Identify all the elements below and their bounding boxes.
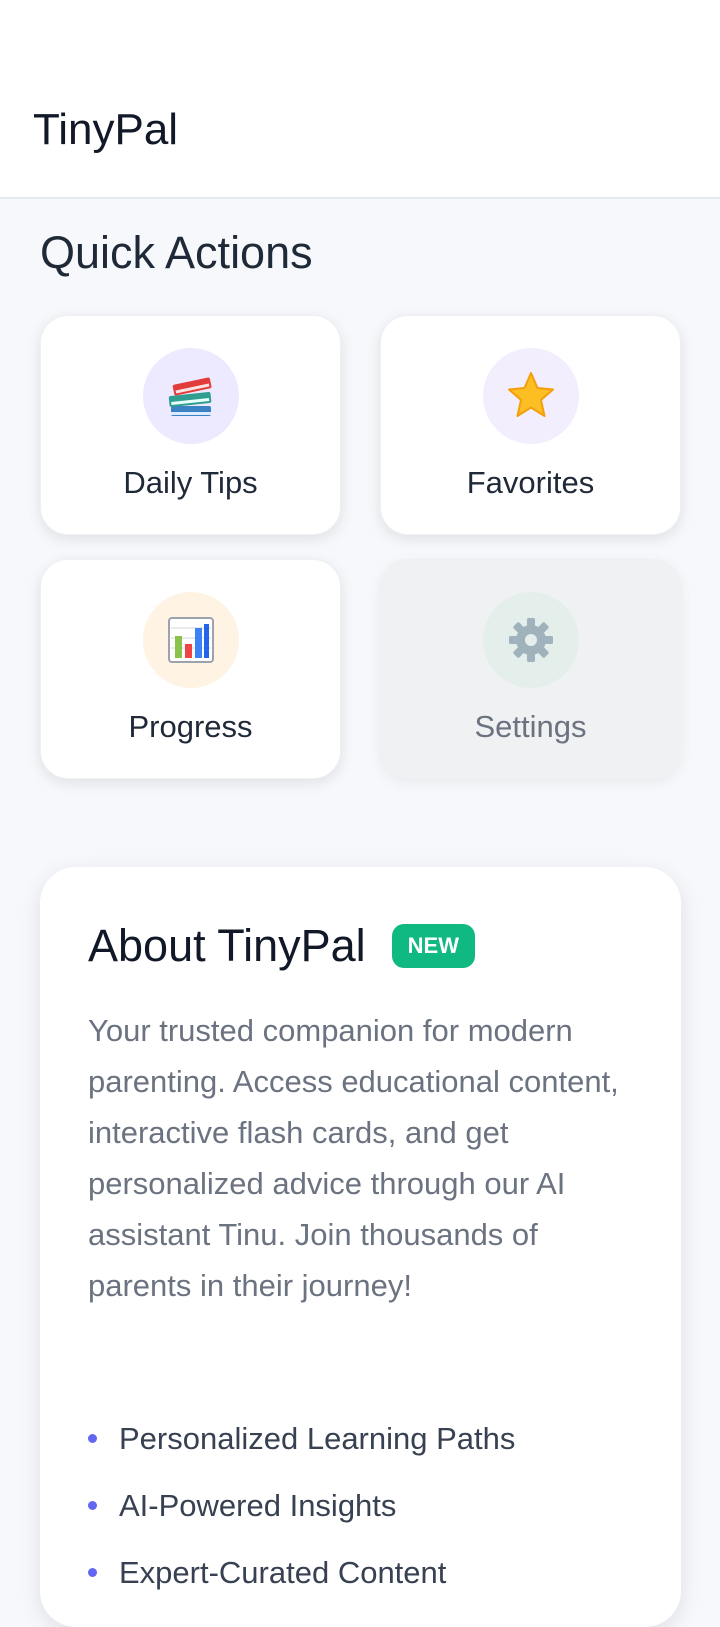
gear-icon bbox=[482, 592, 579, 688]
about-card: About TinyPal NEW Your trusted companion… bbox=[40, 867, 681, 1627]
about-title: About TinyPal bbox=[88, 920, 366, 971]
books-icon bbox=[142, 348, 239, 444]
star-icon bbox=[482, 348, 579, 444]
progress-card[interactable]: Progress bbox=[40, 559, 341, 779]
new-badge: NEW bbox=[391, 923, 475, 968]
feature-label: Personalized Learning Paths bbox=[119, 1420, 516, 1456]
bullet-dot bbox=[88, 1568, 97, 1577]
feature-item: Expert-Curated Content bbox=[88, 1539, 515, 1606]
about-header: About TinyPal NEW bbox=[88, 923, 475, 968]
feature-list: Personalized Learning Paths AI-Powered I… bbox=[88, 1405, 515, 1606]
bar-chart-icon bbox=[142, 592, 239, 688]
progress-label: Progress bbox=[128, 709, 253, 744]
bullet-dot bbox=[88, 1501, 97, 1510]
favorites-label: Favorites bbox=[466, 465, 595, 500]
favorites-card[interactable]: Favorites bbox=[380, 315, 681, 535]
app-bar: TinyPal bbox=[0, 0, 720, 199]
feature-item: AI-Powered Insights bbox=[88, 1472, 515, 1539]
quick-actions-title: Quick Actions bbox=[40, 227, 313, 278]
app-title: TinyPal bbox=[33, 105, 179, 154]
daily-tips-label: Daily Tips bbox=[123, 465, 258, 500]
settings-label: Settings bbox=[474, 709, 587, 744]
about-description: Your trusted companion for modern parent… bbox=[88, 1013, 619, 1303]
daily-tips-card[interactable]: Daily Tips bbox=[40, 315, 341, 535]
feature-item: Personalized Learning Paths bbox=[88, 1405, 515, 1472]
settings-card[interactable]: Settings bbox=[380, 559, 681, 779]
feature-label: Expert-Curated Content bbox=[119, 1554, 447, 1590]
bullet-dot bbox=[88, 1434, 97, 1443]
feature-label: AI-Powered Insights bbox=[119, 1487, 397, 1523]
